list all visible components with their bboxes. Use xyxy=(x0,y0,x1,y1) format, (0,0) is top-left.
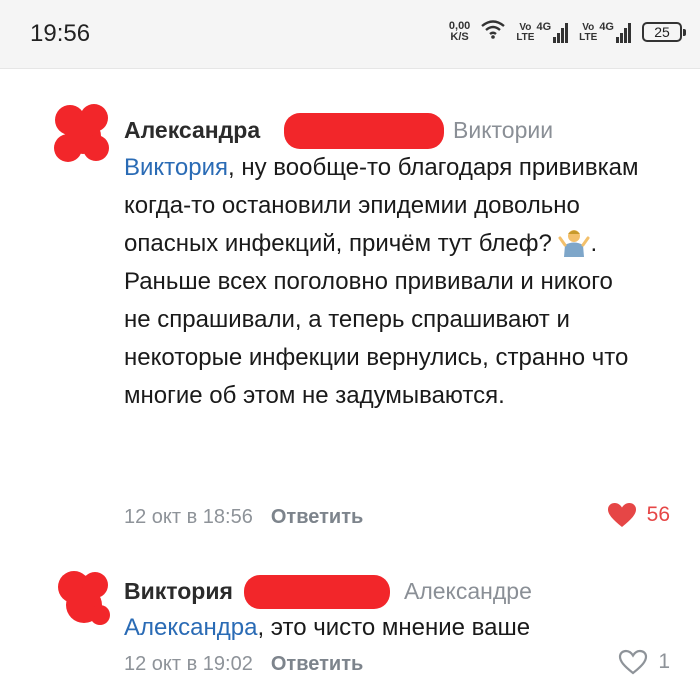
like-count: 56 xyxy=(646,503,670,526)
wifi-icon xyxy=(480,18,506,45)
reply-to-name[interactable]: Александре xyxy=(404,578,532,605)
battery-icon: 25 xyxy=(642,21,686,42)
like-count: 1 xyxy=(658,650,670,673)
comment-text: Александра, это чисто мнение ваше xyxy=(124,609,644,647)
comment-text-part: , это чисто мнение ваше xyxy=(257,614,531,641)
comment-meta: 12 окт в 19:02 Ответить xyxy=(124,653,363,676)
sim1-signal: Vo LTE 4G xyxy=(516,21,569,43)
volte-label: Vo xyxy=(519,21,532,33)
comment-meta: 12 окт в 18:56 Ответить xyxy=(124,506,363,529)
redaction-mark xyxy=(244,575,390,609)
person-shrugging-icon xyxy=(558,230,590,257)
network-gen-label: 4G xyxy=(599,20,614,33)
heart-filled-icon xyxy=(607,503,636,527)
mention-link[interactable]: Виктория xyxy=(124,154,228,181)
reply-button[interactable]: Ответить xyxy=(271,653,363,675)
redaction-mark xyxy=(284,113,444,149)
sim2-signal: Vo LTE 4G xyxy=(579,21,632,43)
net-speed-unit: K/S xyxy=(450,30,469,43)
status-bar: 19:56 0,00 K/S Vo LTE 4G Vo LTE 4G 25 xyxy=(0,0,700,69)
status-icons: 0,00 K/S Vo LTE 4G Vo LTE 4G 25 xyxy=(448,18,686,45)
heart-outline-icon xyxy=(619,649,648,675)
lte-label: LTE xyxy=(516,31,535,43)
reply-to-name[interactable]: Виктории xyxy=(453,117,553,144)
comment-header: Виктория xyxy=(124,578,233,605)
comment-date: 12 окт в 19:02 xyxy=(124,653,253,675)
author-name[interactable]: Виктория xyxy=(124,578,233,604)
net-speed-value: 0,00 xyxy=(448,19,471,32)
battery-level: 25 xyxy=(654,23,670,40)
reply-button[interactable]: Ответить xyxy=(271,506,363,528)
network-gen-label: 4G xyxy=(536,20,552,33)
comment-header: Александра xyxy=(124,117,260,144)
author-name[interactable]: Александра xyxy=(124,117,260,143)
avatar-redacted[interactable] xyxy=(48,100,118,170)
clock: 19:56 xyxy=(30,20,91,47)
mention-link[interactable]: Александра xyxy=(124,614,257,641)
net-speed-indicator: 0,00 K/S xyxy=(448,19,471,43)
volte-label: Vo xyxy=(582,21,595,33)
avatar-redacted[interactable] xyxy=(50,565,120,635)
signal-bars-icon xyxy=(553,22,569,43)
comment-text: Виктория, ну вообще-то благодаря прививк… xyxy=(124,149,644,415)
signal-bars-icon xyxy=(616,22,631,43)
like-button[interactable]: 56 xyxy=(607,502,670,528)
like-button[interactable]: 1 xyxy=(618,649,670,675)
lte-label: LTE xyxy=(579,31,598,43)
comment-date: 12 окт в 18:56 xyxy=(124,506,253,528)
